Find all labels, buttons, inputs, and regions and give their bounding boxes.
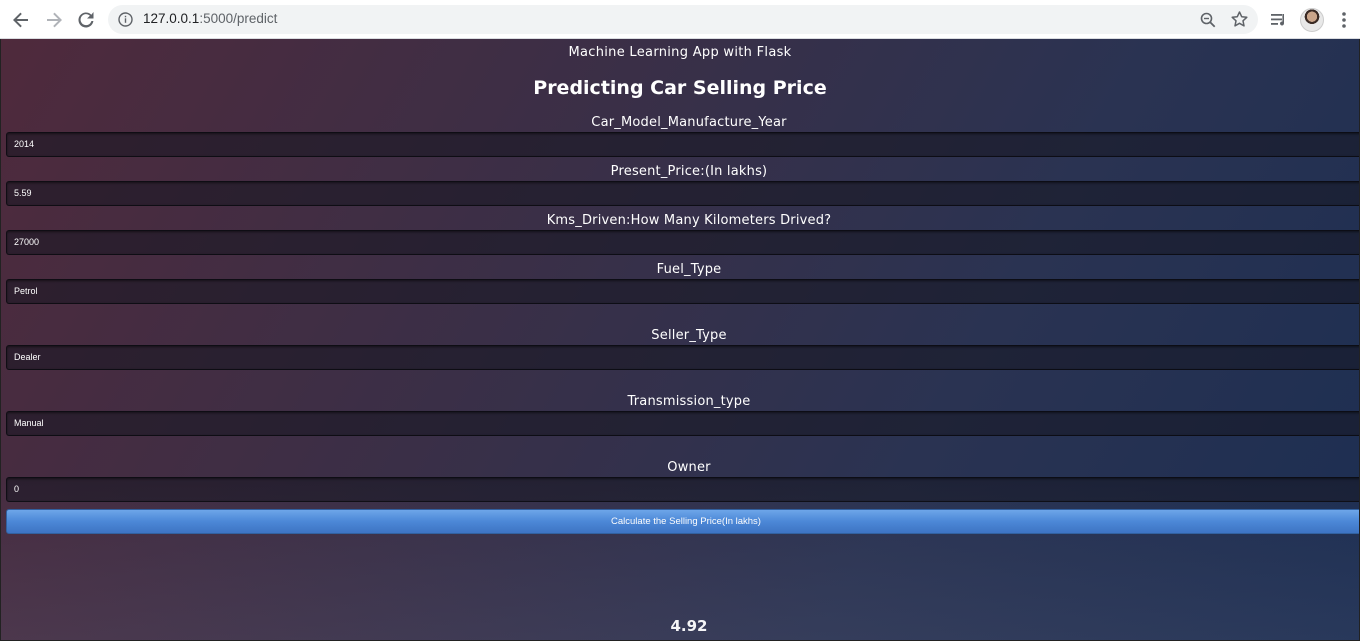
back-icon[interactable] <box>9 8 33 32</box>
profile-avatar[interactable] <box>1300 8 1324 32</box>
info-icon[interactable] <box>118 12 133 27</box>
transmission-type-label: Transmission_type <box>627 394 751 409</box>
page-heading: Predicting Car Selling Price <box>533 77 827 99</box>
owner-input[interactable]: 0 <box>6 477 1359 502</box>
address-bar[interactable]: 127.0.0.1:5000/predict <box>108 5 1258 34</box>
zoom-icon[interactable] <box>1199 11 1217 29</box>
year-input[interactable]: 2014 <box>6 132 1359 157</box>
page-content: Machine Learning App with Flask Predicti… <box>0 39 1360 641</box>
kms-driven-label: Kms_Driven:How Many Kilometers Drived? <box>546 213 832 228</box>
seller-type-select[interactable]: Dealer <box>6 345 1359 370</box>
url-host: 127.0.0.1 <box>143 11 200 26</box>
kms-driven-input[interactable]: 27000 <box>6 230 1359 255</box>
forward-icon[interactable] <box>42 8 66 32</box>
reload-icon[interactable] <box>74 8 98 32</box>
present-price-input[interactable]: 5.59 <box>6 181 1359 206</box>
transmission-type-select[interactable]: Manual <box>6 411 1359 436</box>
fuel-type-label: Fuel_Type <box>656 262 722 277</box>
calculate-button[interactable]: Calculate the Selling Price(In lakhs) <box>6 509 1359 534</box>
owner-label: Owner <box>667 460 711 475</box>
media-queue-icon[interactable] <box>1269 10 1289 30</box>
prediction-result: 4.92 <box>670 617 708 635</box>
app-title: Machine Learning App with Flask <box>568 45 792 60</box>
url-path: :5000/predict <box>199 11 278 26</box>
browser-toolbar: 127.0.0.1:5000/predict <box>0 0 1360 39</box>
present-price-label: Present_Price:(In lakhs) <box>610 164 768 179</box>
year-label: Car_Model_Manufacture_Year <box>591 115 787 130</box>
seller-type-label: Seller_Type <box>651 328 727 343</box>
fuel-type-select[interactable]: Petrol <box>6 279 1359 304</box>
bookmark-star-icon[interactable] <box>1230 10 1249 29</box>
url-text[interactable]: 127.0.0.1:5000/predict <box>143 11 277 26</box>
more-menu-icon[interactable] <box>1336 10 1352 30</box>
